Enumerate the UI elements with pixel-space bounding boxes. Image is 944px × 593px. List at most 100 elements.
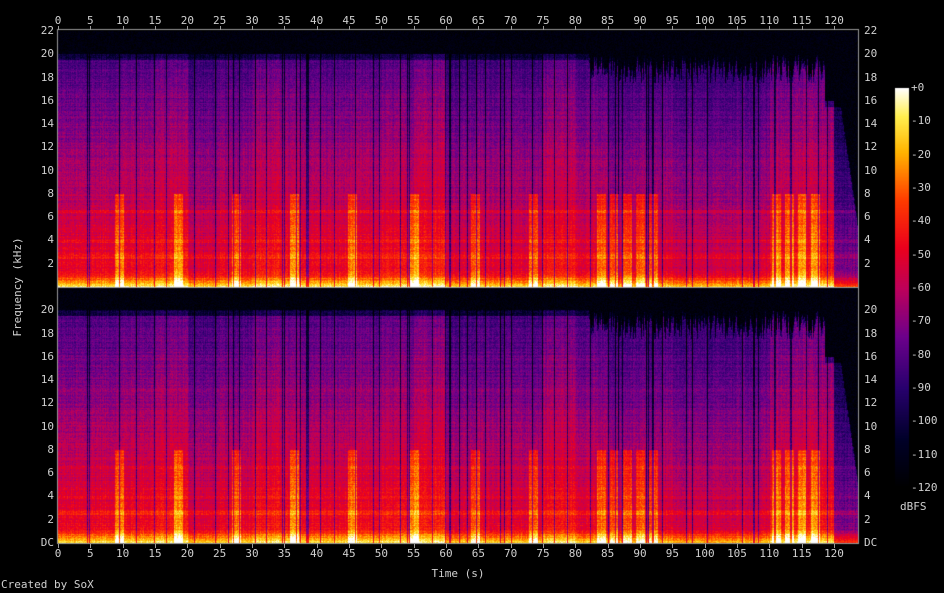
y-tick-label-right: 14 — [864, 117, 878, 131]
y-tick-label-right: 10 — [864, 419, 878, 433]
x-tick-mark — [381, 544, 383, 548]
y-tick-label-right: DC — [864, 536, 878, 549]
x-tick-mark — [90, 544, 92, 548]
x-tick-mark — [478, 544, 480, 548]
y-tick-label-right: 20 — [864, 47, 878, 61]
x-tick-mark — [672, 544, 674, 548]
x-tick-label-bottom: 85 — [601, 547, 615, 560]
x-tick-mark — [316, 26, 318, 30]
x-tick-mark — [187, 26, 189, 30]
y-tick-label-left: 16 — [40, 349, 54, 363]
colorbar-tick-label: -70 — [911, 314, 931, 328]
y-tick-label-left: 14 — [40, 373, 54, 387]
colorbar-tick-label: -50 — [911, 247, 931, 261]
x-tick-label-bottom: 115 — [791, 547, 812, 560]
y-tick-label-left: 20 — [40, 47, 54, 61]
x-tick-label-bottom: 10 — [116, 547, 130, 560]
x-tick-label-bottom: 50 — [374, 547, 388, 560]
y-tick-label-left: 2 — [47, 256, 54, 270]
x-tick-mark — [640, 26, 641, 30]
colorbar-tick-label: -40 — [911, 214, 931, 228]
x-tick-mark — [769, 26, 771, 30]
x-tick-mark — [316, 544, 318, 548]
y-tick-label-right: 6 — [864, 210, 871, 224]
x-tick-label-bottom: 45 — [342, 547, 356, 560]
x-tick-mark — [122, 26, 124, 30]
x-tick-mark — [122, 544, 124, 548]
x-tick-mark — [446, 26, 447, 30]
y-tick-label-left: 6 — [47, 210, 54, 224]
x-tick-label-bottom: 95 — [665, 547, 679, 560]
x-tick-label-bottom: 25 — [213, 547, 227, 560]
x-tick-mark — [704, 26, 706, 30]
x-tick-mark — [219, 26, 221, 30]
x-tick-mark — [349, 544, 350, 548]
x-tick-label-bottom: 55 — [407, 547, 421, 560]
y-tick-label-right: 2 — [864, 512, 871, 526]
y-tick-label-left: 18 — [40, 70, 54, 84]
x-tick-mark — [155, 26, 156, 30]
x-tick-mark — [284, 26, 286, 30]
x-tick-mark — [801, 544, 803, 548]
colorbar-tick-label: -20 — [911, 147, 931, 161]
colorbar-tick-label: +0 — [911, 81, 925, 94]
colorbar-label: dBFS — [900, 500, 927, 513]
y-tick-label-right: 16 — [864, 349, 878, 363]
y-tick-label-left: 2 — [47, 512, 54, 526]
x-tick-label-bottom: 20 — [180, 547, 194, 560]
x-tick-mark — [90, 26, 92, 30]
y-axis-label: Frequency (kHz) — [11, 237, 24, 337]
x-tick-mark — [640, 544, 641, 548]
y-tick-label-right: 10 — [864, 163, 878, 177]
x-tick-label-bottom: 75 — [536, 547, 550, 560]
y-tick-label-left: 8 — [47, 442, 54, 456]
y-tick-label-right: 6 — [864, 466, 871, 480]
x-tick-label-bottom: 100 — [694, 547, 715, 560]
x-tick-mark — [187, 544, 189, 548]
x-tick-mark — [252, 544, 253, 548]
colorbar-tick-label: -120 — [911, 481, 938, 494]
x-tick-label-bottom: 120 — [824, 547, 844, 560]
x-tick-mark — [413, 544, 415, 548]
x-tick-mark — [607, 544, 609, 548]
y-tick-label-right: 12 — [864, 140, 878, 154]
colorbar-tick-label: -10 — [911, 114, 931, 128]
x-tick-label-bottom: 40 — [310, 547, 324, 560]
y-tick-label-right: 18 — [864, 70, 878, 84]
x-tick-label-bottom: 80 — [568, 547, 582, 560]
x-tick-label-bottom: 15 — [148, 547, 162, 560]
x-tick-mark — [155, 544, 156, 548]
x-tick-label-bottom: 65 — [471, 547, 485, 560]
x-tick-mark — [349, 26, 350, 30]
y-tick-label-left: 4 — [47, 489, 54, 503]
y-tick-label-right: 4 — [864, 233, 871, 247]
y-tick-label-right: 18 — [864, 326, 878, 340]
y-tick-label-right: 8 — [864, 442, 871, 456]
y-tick-label-left: 22 — [40, 24, 54, 37]
x-tick-mark — [704, 544, 706, 548]
x-axis-label: Time (s) — [431, 567, 485, 580]
y-tick-label-left: DC — [40, 536, 54, 549]
colorbar-tick-label: -90 — [911, 381, 931, 394]
x-tick-mark — [737, 544, 738, 548]
x-tick-mark — [575, 26, 577, 30]
y-tick-label-left: 12 — [40, 140, 54, 154]
x-tick-label-bottom: 105 — [727, 547, 747, 560]
y-tick-label-right: 4 — [864, 489, 871, 503]
y-tick-label-right: 8 — [864, 186, 871, 200]
x-tick-label-bottom: 70 — [504, 547, 518, 560]
x-tick-mark — [252, 26, 253, 30]
footer-credit: Created by SoX — [1, 578, 94, 591]
y-tick-label-left: 14 — [40, 117, 54, 131]
y-tick-label-right: 12 — [864, 396, 878, 410]
x-tick-label-bottom: 30 — [245, 547, 259, 560]
x-tick-mark — [284, 544, 286, 548]
x-tick-mark — [543, 26, 544, 30]
x-tick-mark — [446, 544, 447, 548]
x-tick-mark — [510, 544, 512, 548]
x-tick-mark — [478, 26, 480, 30]
x-tick-mark — [381, 26, 383, 30]
colorbar-tick-label: -100 — [911, 414, 938, 428]
x-tick-label-bottom: 90 — [633, 547, 647, 560]
y-tick-label-right: 22 — [864, 24, 878, 37]
